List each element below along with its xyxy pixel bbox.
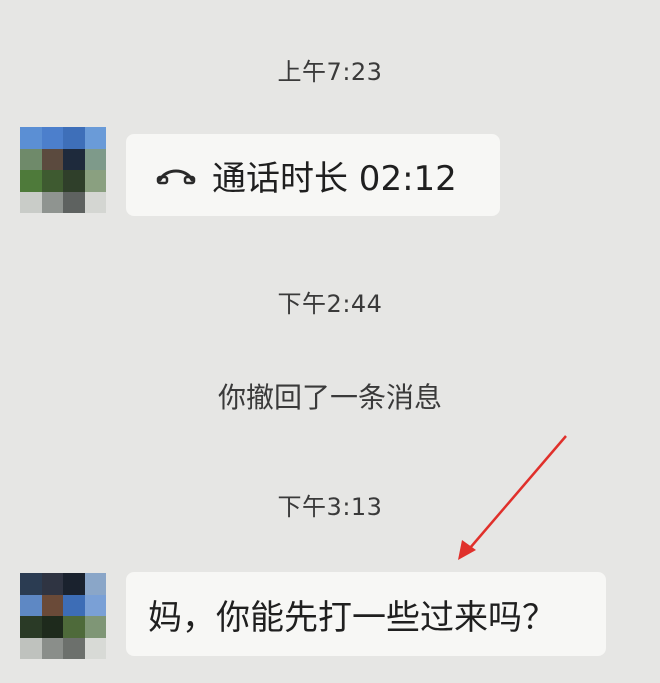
annotation-arrow (458, 435, 567, 560)
